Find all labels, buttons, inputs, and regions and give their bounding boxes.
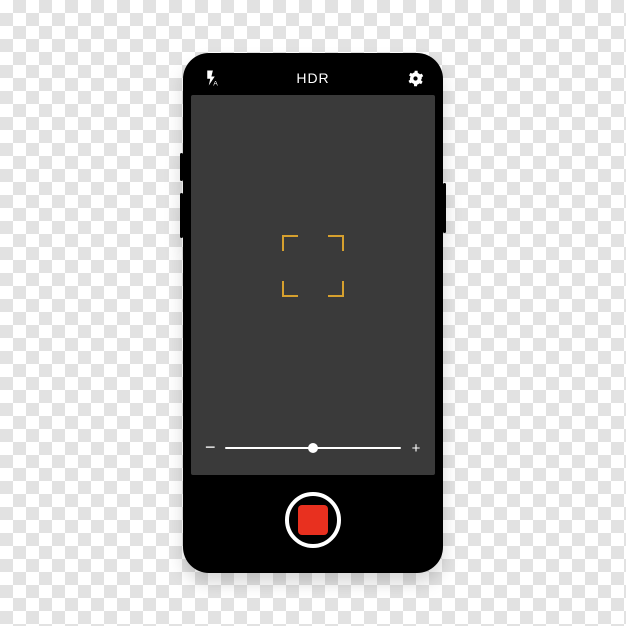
side-button-power: [443, 183, 446, 233]
record-stop-icon: [298, 505, 328, 535]
camera-viewfinder[interactable]: − +: [191, 95, 435, 475]
flash-mode-letter: A: [213, 81, 218, 88]
focus-frame: [282, 235, 344, 297]
hdr-toggle[interactable]: HDR: [296, 70, 329, 86]
side-button-volume: [180, 193, 183, 238]
zoom-thumb[interactable]: [308, 443, 318, 453]
zoom-out-icon[interactable]: −: [205, 438, 215, 456]
camera-bottom-bar: [191, 475, 435, 565]
side-button-upper: [180, 153, 183, 181]
camera-top-bar: A HDR: [191, 61, 435, 95]
gear-icon[interactable]: [405, 68, 425, 88]
zoom-slider[interactable]: − +: [205, 439, 421, 457]
zoom-track[interactable]: [225, 447, 401, 449]
phone-mockup: A HDR − +: [183, 53, 443, 573]
zoom-in-icon[interactable]: +: [411, 441, 421, 456]
phone-body: A HDR − +: [183, 53, 443, 573]
flash-auto-icon[interactable]: A: [201, 68, 221, 88]
record-button[interactable]: [285, 492, 341, 548]
